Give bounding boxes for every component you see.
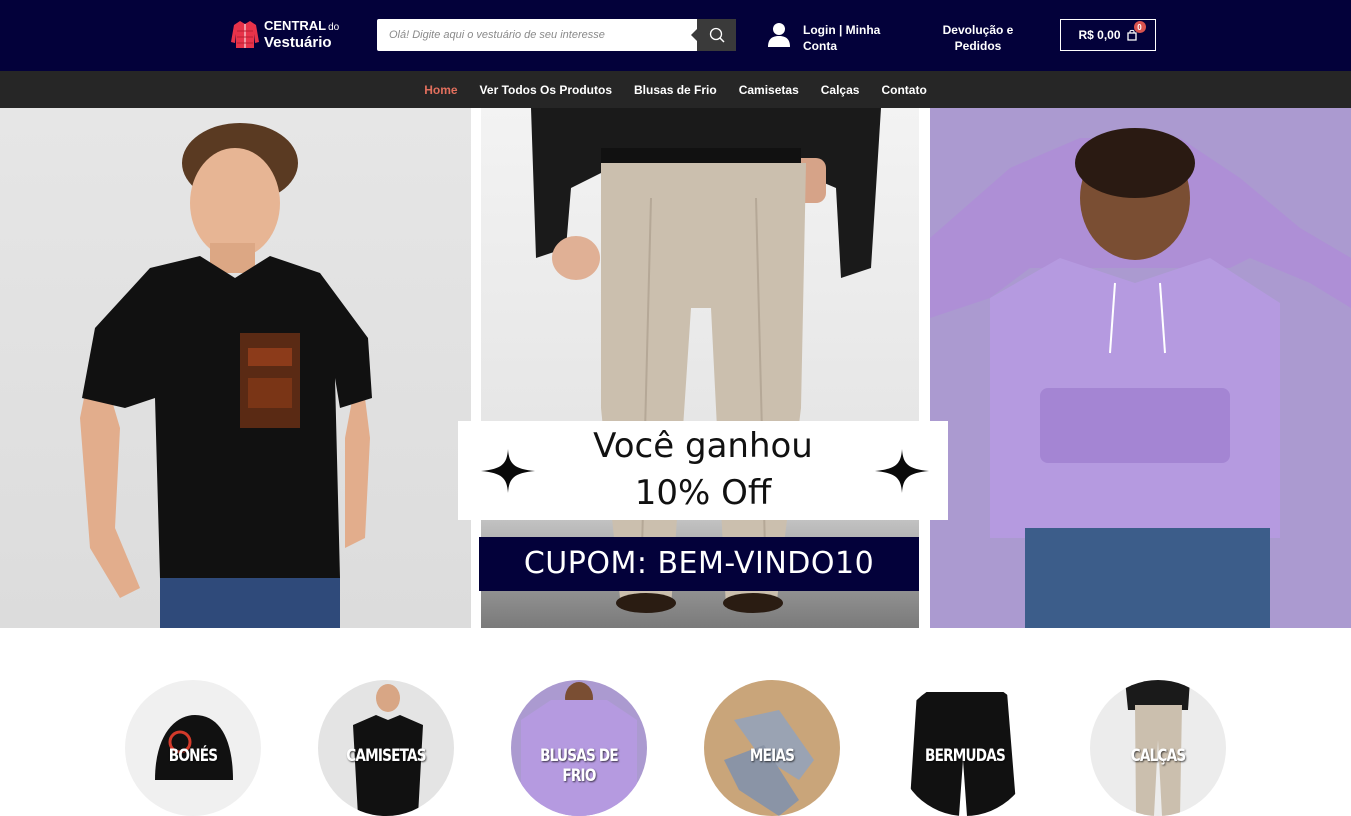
tshirt-model-illustration xyxy=(80,123,372,628)
nav-all-products[interactable]: Ver Todos Os Produtos xyxy=(480,83,612,97)
search-input[interactable] xyxy=(377,19,697,51)
nav-sweaters[interactable]: Blusas de Frio xyxy=(634,83,717,97)
returns-orders-link[interactable]: Devolução e Pedidos xyxy=(930,22,1026,54)
jacket-icon xyxy=(231,21,259,48)
category-label: BERMUDAS xyxy=(925,746,1006,766)
logo-line2: Vestuário xyxy=(264,34,332,51)
category-label: CALÇAS xyxy=(1130,746,1186,766)
hero-tshirt-photo xyxy=(0,108,471,628)
search-button[interactable] xyxy=(691,19,736,51)
nav-contact[interactable]: Contato xyxy=(881,83,926,97)
logo-text: CENTRAL do Vestuário xyxy=(264,18,339,50)
sparkle-icon-right xyxy=(875,449,929,493)
cart-total: R$ 0,00 xyxy=(1078,28,1121,42)
hero-banner[interactable]: Você ganhou 10% Off CUPOM: BEM-VINDO10 xyxy=(0,108,1351,628)
sparkle-icon-left xyxy=(481,449,535,493)
category-pants[interactable]: CALÇAS xyxy=(1090,680,1226,816)
category-label: MEIAS xyxy=(749,746,795,766)
category-tshirts[interactable]: CAMISETAS xyxy=(318,680,454,816)
logo-line1-small: do xyxy=(328,22,340,33)
category-socks[interactable]: MEIAS xyxy=(704,680,840,816)
logo-line1: CENTRAL xyxy=(264,18,327,33)
search-box xyxy=(377,19,736,51)
category-label: CAMISETAS xyxy=(346,746,426,766)
hero-hoodie-photo xyxy=(930,108,1351,628)
cart-icon-wrap: 0 xyxy=(1126,21,1146,41)
category-shorts[interactable]: BERMUDAS xyxy=(897,680,1033,816)
main-nav: Home Ver Todos Os Produtos Blusas de Fri… xyxy=(0,71,1351,108)
nav-tshirts[interactable]: Camisetas xyxy=(739,83,799,97)
top-header: CENTRALdo Vestuário Login | Minha Conta … xyxy=(0,0,1351,71)
hoodie-model-illustration xyxy=(930,128,1351,628)
site-logo[interactable]: CENTRAL do Vestuário xyxy=(229,18,339,50)
category-caps[interactable]: BONÉS xyxy=(125,680,261,816)
user-icon xyxy=(768,23,790,47)
cart-count-badge: 0 xyxy=(1133,21,1146,33)
category-list: BONÉS CAMISETAS BLUSAS DE FRIO MEIAS BER… xyxy=(0,680,1351,816)
login-link[interactable]: Login | Minha Conta xyxy=(767,22,893,54)
login-label: Login | Minha Conta xyxy=(803,23,881,53)
coupon-code: CUPOM: BEM-VINDO10 xyxy=(479,537,919,591)
nav-home[interactable]: Home xyxy=(424,83,457,97)
search-icon xyxy=(709,27,725,43)
nav-pants[interactable]: Calças xyxy=(821,83,860,97)
category-label: BONÉS xyxy=(168,746,218,766)
cart-button[interactable]: R$ 0,00 0 xyxy=(1060,19,1156,51)
category-label: BLUSAS DE FRIO xyxy=(540,746,619,786)
category-sweaters[interactable]: BLUSAS DE FRIO xyxy=(511,680,647,816)
